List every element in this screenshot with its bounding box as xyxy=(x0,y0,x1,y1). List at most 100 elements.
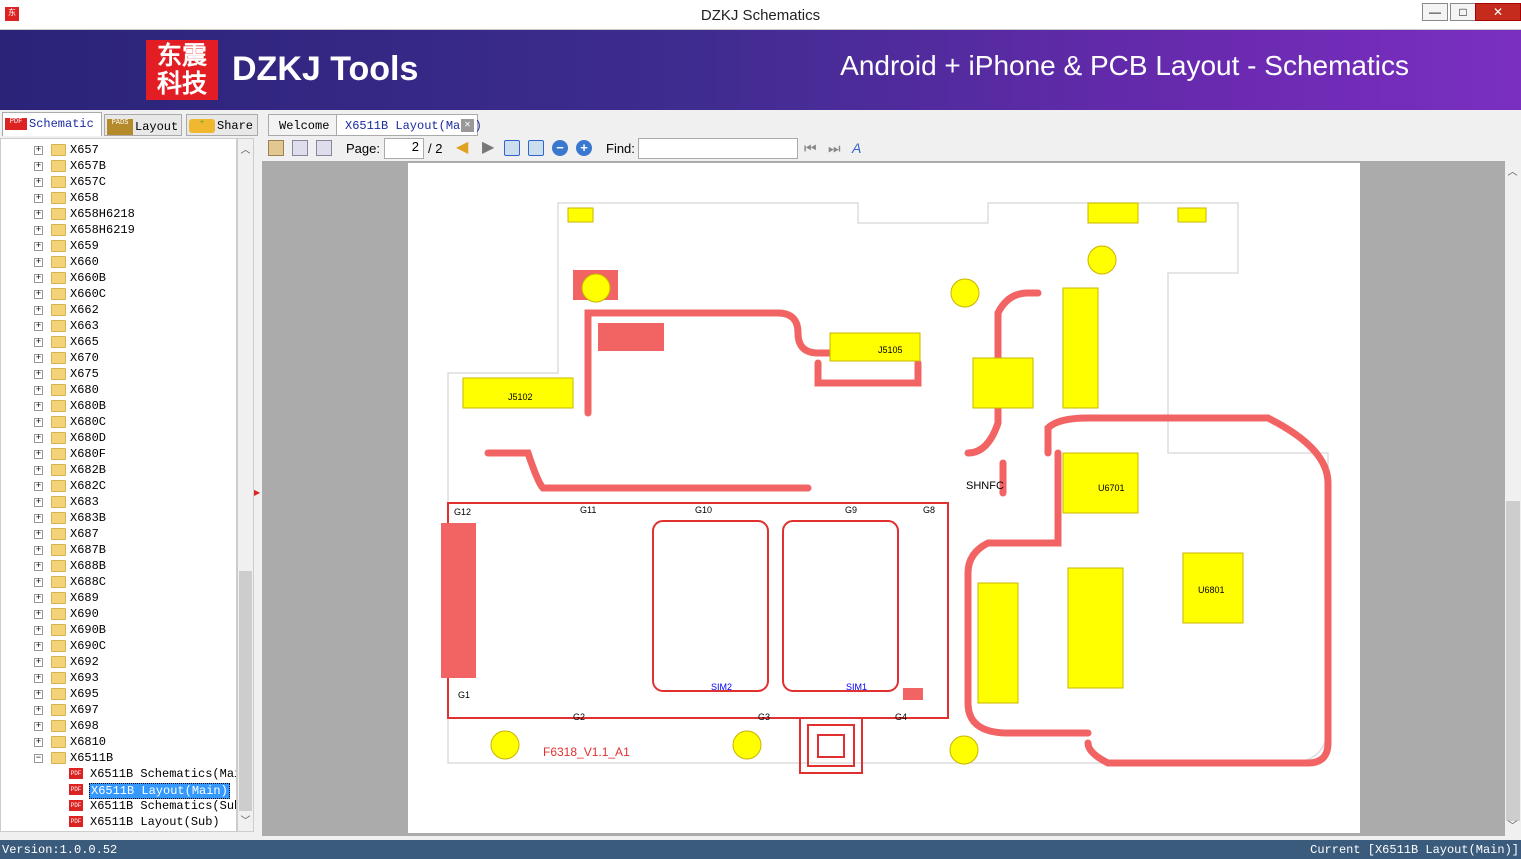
tab-x6511b-layout-main[interactable]: X6511B Layout(Main) ✕ xyxy=(336,114,482,136)
tree-item[interactable]: + X675 xyxy=(1,366,236,382)
expand-icon[interactable]: + xyxy=(34,626,43,635)
expand-icon[interactable]: + xyxy=(34,162,43,171)
tree-child-item[interactable]: PDF X6511B Layout(Sub) xyxy=(1,814,236,830)
expand-icon[interactable]: + xyxy=(34,306,43,315)
expand-icon[interactable]: + xyxy=(34,610,43,619)
expand-icon[interactable]: + xyxy=(34,674,43,683)
viewer-scroll-thumb[interactable] xyxy=(1506,501,1520,821)
expand-icon[interactable]: + xyxy=(34,706,43,715)
tree-item[interactable]: + X697 xyxy=(1,702,236,718)
zoom-in-icon[interactable]: + xyxy=(576,140,592,156)
expand-icon[interactable]: + xyxy=(34,290,43,299)
expand-icon[interactable]: + xyxy=(34,450,43,459)
tree-item[interactable]: + X658H6218 xyxy=(1,206,236,222)
expand-icon[interactable]: + xyxy=(34,370,43,379)
zoom-out-icon[interactable]: − xyxy=(552,140,568,156)
next-page-icon[interactable]: ▶ xyxy=(482,140,498,156)
close-button[interactable]: ✕ xyxy=(1475,3,1521,21)
expand-icon[interactable]: + xyxy=(34,546,43,555)
expand-icon[interactable]: + xyxy=(34,578,43,587)
expand-icon[interactable]: + xyxy=(34,690,43,699)
expand-icon[interactable]: + xyxy=(34,658,43,667)
tree-item[interactable]: + X680F xyxy=(1,446,236,462)
tree-item[interactable]: + X6810 xyxy=(1,734,236,750)
viewer-scrollbar[interactable]: ︿ ﹀ xyxy=(1505,161,1521,836)
tree-item[interactable]: + X660 xyxy=(1,254,236,270)
fit-page-icon[interactable] xyxy=(528,140,544,156)
page-input[interactable]: 2 xyxy=(384,138,424,159)
tab-layout[interactable]: PADS Layout xyxy=(104,114,182,136)
expand-icon[interactable]: + xyxy=(34,386,43,395)
expand-icon[interactable]: + xyxy=(34,354,43,363)
scroll-up-icon[interactable]: ︿ xyxy=(238,141,253,158)
expand-icon[interactable]: + xyxy=(34,594,43,603)
tree-item[interactable]: + X665 xyxy=(1,334,236,350)
expand-icon[interactable]: + xyxy=(34,466,43,475)
expand-icon[interactable]: + xyxy=(34,210,43,219)
find-input[interactable] xyxy=(638,138,798,159)
tab-schematic[interactable]: PDF Schematic xyxy=(2,112,102,136)
tree-item[interactable]: + X657C xyxy=(1,174,236,190)
tree-item[interactable]: + X682B xyxy=(1,462,236,478)
tree-item[interactable]: + X657 xyxy=(1,142,236,158)
tree-child-item[interactable]: PDF X6511B Layout(Main) xyxy=(1,782,236,799)
expand-icon[interactable]: + xyxy=(34,178,43,187)
expand-icon[interactable]: + xyxy=(34,258,43,267)
tree-item[interactable]: + X680B xyxy=(1,398,236,414)
tree-child-item[interactable]: PDF X6511B Schematics(Main) xyxy=(1,766,236,782)
document-icon[interactable] xyxy=(268,140,284,156)
tree-item[interactable]: + X687 xyxy=(1,526,236,542)
scroll-down-icon[interactable]: ﹀ xyxy=(1505,817,1520,834)
tree-item[interactable]: + X659 xyxy=(1,238,236,254)
tree-item[interactable]: + X682C xyxy=(1,478,236,494)
tree-item[interactable]: + X670 xyxy=(1,350,236,366)
expand-icon[interactable]: + xyxy=(34,338,43,347)
tree-item[interactable]: + X662 xyxy=(1,302,236,318)
tree-scrollbar[interactable]: ︿ ﹀ xyxy=(237,138,254,832)
find-previous-icon[interactable]: ⏮ xyxy=(804,140,820,156)
expand-icon[interactable]: + xyxy=(34,418,43,427)
highlight-text-icon[interactable]: A xyxy=(852,140,868,156)
expand-icon[interactable]: + xyxy=(34,498,43,507)
tree-item[interactable]: + X690C xyxy=(1,638,236,654)
scroll-down-icon[interactable]: ﹀ xyxy=(238,812,253,829)
expand-icon[interactable]: + xyxy=(34,274,43,283)
paste-icon[interactable] xyxy=(316,140,332,156)
expand-icon[interactable]: + xyxy=(34,322,43,331)
expand-icon[interactable]: + xyxy=(34,562,43,571)
tree-item[interactable]: + X683B xyxy=(1,510,236,526)
tree-item[interactable]: − X6511B xyxy=(1,750,236,766)
tree-item[interactable]: + X689 xyxy=(1,590,236,606)
expand-icon[interactable]: + xyxy=(34,146,43,155)
tree-item[interactable]: + X680D xyxy=(1,430,236,446)
prev-page-icon[interactable]: ◀ xyxy=(456,140,472,156)
fit-width-icon[interactable] xyxy=(504,140,520,156)
expand-icon[interactable]: + xyxy=(34,482,43,491)
expand-icon[interactable]: + xyxy=(34,242,43,251)
expand-icon[interactable]: + xyxy=(34,514,43,523)
tree-item[interactable]: + X657B xyxy=(1,158,236,174)
tree-item[interactable]: + X680C xyxy=(1,414,236,430)
tab-share[interactable]: + Share xyxy=(186,114,258,136)
expand-icon[interactable]: + xyxy=(34,530,43,539)
tree-item[interactable]: + X688B xyxy=(1,558,236,574)
tree-item[interactable]: + X680 xyxy=(1,382,236,398)
tree-child-item[interactable]: PDF X6511B Schematics(Sub) xyxy=(1,798,236,814)
maximize-button[interactable]: □ xyxy=(1450,3,1476,21)
expand-icon[interactable]: + xyxy=(34,434,43,443)
expand-icon[interactable]: + xyxy=(34,402,43,411)
tree-item[interactable]: + X690 xyxy=(1,606,236,622)
tree-item[interactable]: + X698 xyxy=(1,718,236,734)
tree-item[interactable]: + X683 xyxy=(1,494,236,510)
tree-item[interactable]: + X695 xyxy=(1,686,236,702)
tree-item[interactable]: + X663 xyxy=(1,318,236,334)
expand-icon[interactable]: + xyxy=(34,226,43,235)
expand-icon[interactable]: + xyxy=(34,642,43,651)
tree-item[interactable]: + X693 xyxy=(1,670,236,686)
collapse-icon[interactable]: − xyxy=(34,754,43,763)
find-next-icon[interactable]: ⏭ xyxy=(828,140,844,156)
tree-item[interactable]: + X688C xyxy=(1,574,236,590)
copy-icon[interactable] xyxy=(292,140,308,156)
expand-icon[interactable]: + xyxy=(34,194,43,203)
document-viewer[interactable]: F6318_V1.1_A1 SHNFC SIM2 SIM1 J5102 J510… xyxy=(262,161,1505,836)
